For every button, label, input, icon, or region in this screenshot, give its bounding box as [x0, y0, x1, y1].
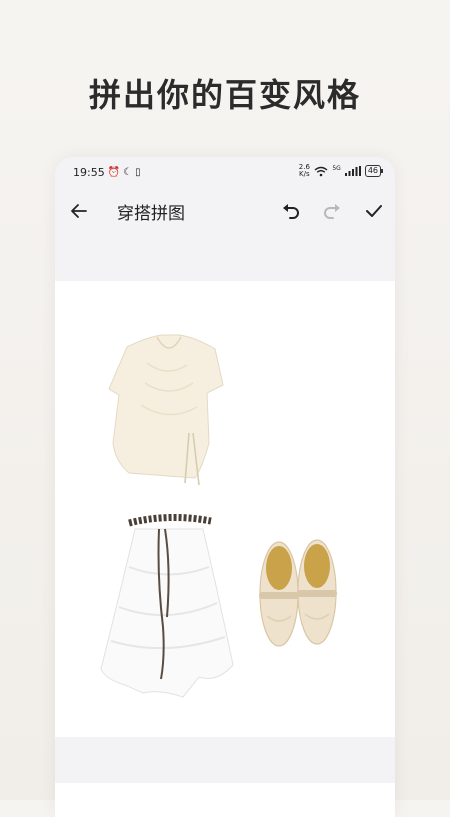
wifi-icon	[314, 166, 328, 176]
signal-label: 5G	[332, 164, 341, 172]
bottom-panel	[55, 783, 395, 817]
confirm-check-icon[interactable]	[364, 201, 384, 221]
signal-icon	[344, 166, 361, 176]
flats-image[interactable]	[257, 536, 339, 651]
outfit-canvas[interactable]	[55, 281, 395, 737]
battery-icon: 46	[364, 165, 384, 177]
toolbar: 穿搭拼图	[55, 189, 395, 233]
alarm-icon: ⏰	[107, 167, 121, 178]
undo-icon[interactable]	[280, 201, 302, 221]
moon-icon: ☾	[123, 167, 133, 178]
skirt-image[interactable]	[99, 507, 234, 702]
blouse-image[interactable]	[107, 333, 229, 493]
phone-frame: 19:55 ⏰ ☾ ▯ 2.6 K/s 5G 46 穿搭拼图	[55, 157, 395, 817]
status-right: 2.6 K/s 5G 46	[298, 164, 384, 178]
redo-icon[interactable]	[321, 201, 343, 221]
clock: 19:55	[73, 166, 105, 179]
page-title: 穿搭拼图	[117, 204, 185, 224]
back-arrow-icon[interactable]	[69, 201, 89, 221]
battery-level: 46	[367, 166, 378, 175]
status-bar: 19:55 ⏰ ☾ ▯ 2.6 K/s 5G 46	[55, 157, 395, 189]
net-speed: 2.6 K/s	[298, 164, 310, 178]
status-left: 19:55 ⏰ ☾ ▯	[73, 166, 141, 179]
promo-headline: 拼出你的百变风格	[88, 76, 361, 114]
net-speed-unit: K/s	[299, 170, 310, 178]
vibrate-icon: ▯	[135, 167, 141, 178]
